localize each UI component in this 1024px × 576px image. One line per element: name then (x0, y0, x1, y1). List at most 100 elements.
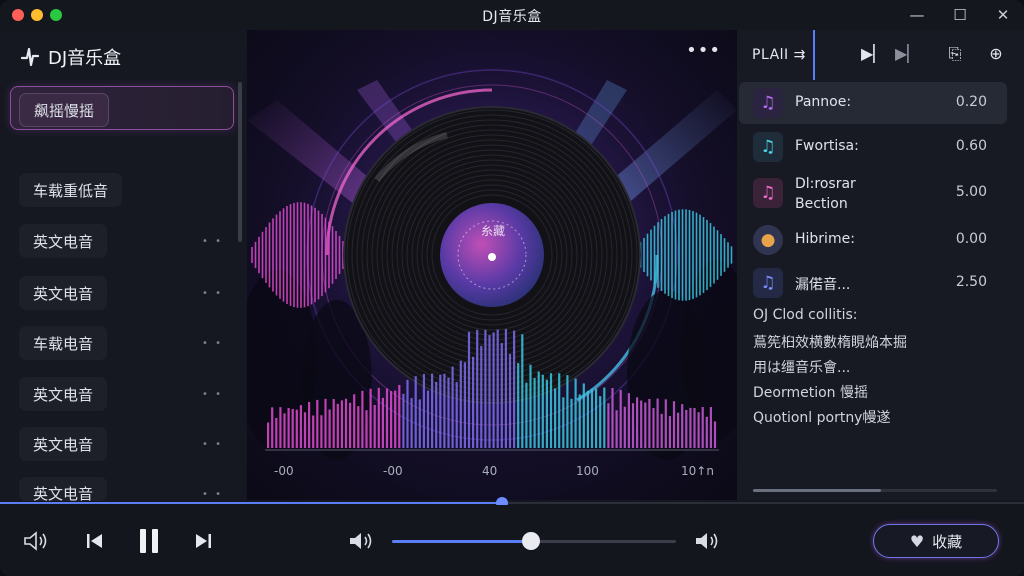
more-icon[interactable]: • • (202, 389, 223, 400)
spectrum-bar (640, 400, 643, 448)
play-next-icon[interactable]: ▶▏ (861, 43, 886, 65)
spectrum-bar (271, 407, 274, 448)
spectrum-bar (336, 403, 339, 448)
spectrum-bar (574, 378, 577, 448)
spectrum-bar (701, 407, 704, 448)
playlist-track[interactable]: ● Hibrime: 0.00 (739, 219, 1007, 261)
app-window: DJ音乐盒 — ☐ ✕ DJ音乐盒 分类 飙摇慢摇 车载重低音 英文电音 • •… (0, 0, 1024, 576)
spectrum-bar (373, 404, 376, 448)
title-bar: DJ音乐盒 — ☐ ✕ (0, 0, 1024, 30)
spectrum-bar (525, 382, 528, 448)
spectrum-bar (385, 388, 389, 448)
spectrum-bar (279, 407, 282, 448)
add-icon[interactable]: ⊕ (985, 43, 1007, 65)
spectrum-bar (697, 412, 700, 448)
sidebar-item-category[interactable]: 英文电音 (19, 377, 108, 411)
sidebar-item-category[interactable]: 车载重低音 (19, 173, 123, 207)
spectrum-bar (644, 402, 647, 448)
sidebar-item-category[interactable]: 英文电音 (19, 427, 108, 461)
playlist-track[interactable]: ♫ Dl:rosrar Bection 5.00 (739, 172, 1007, 214)
axis-tick-label: 10↑n (681, 464, 714, 478)
heart-icon: ♥ (909, 531, 925, 551)
spectrum-bar (435, 381, 438, 448)
spectrum-bar (570, 398, 573, 448)
spectrum-bar (549, 373, 553, 448)
skip-icon[interactable]: ▶▏ (895, 43, 920, 65)
spectrum-bar (529, 364, 532, 448)
minimize-icon[interactable]: — (906, 4, 928, 26)
spectrum-bar (656, 398, 659, 448)
pause-icon[interactable] (135, 526, 163, 556)
sound-icon[interactable] (22, 530, 50, 552)
spectrum-bar (443, 373, 446, 448)
spectrum-bar (447, 377, 450, 448)
more-icon[interactable]: • • (202, 338, 223, 349)
spectrum-bar (611, 388, 614, 448)
axis-tick-label: 40 (482, 464, 498, 478)
more-icon[interactable]: • • (202, 439, 223, 450)
spectrum-bar (422, 374, 425, 448)
sidebar-item-category[interactable]: 英文电音 (19, 477, 108, 501)
spectrum-bar (631, 403, 635, 448)
previous-track-icon[interactable] (84, 531, 106, 551)
music-note-icon: ♫ (753, 88, 783, 118)
spectrum-bar (582, 383, 585, 448)
album-art-visualizer: 糸藏 ••• -00 -00 40 100 10↑n (247, 30, 737, 500)
maximize-icon[interactable]: ☐ (949, 4, 971, 26)
favorite-label: 收藏 (932, 532, 963, 551)
spectrum-bar (312, 415, 315, 448)
axis-tick-label: -00 (274, 464, 294, 478)
track-duration: 0.60 (955, 138, 987, 154)
sidebar-item-category[interactable]: 飙摇慢摇 (19, 93, 110, 127)
spectrum-bar (365, 410, 368, 448)
volume-low-icon[interactable] (347, 530, 375, 552)
avatar-glyph: ● (760, 230, 776, 250)
spectrum-bar (713, 421, 717, 448)
more-icon[interactable]: • • (202, 236, 223, 247)
spectrum-bar (316, 399, 319, 448)
spectrum-bar (504, 329, 507, 448)
spectrum-bar (308, 402, 311, 448)
playlist-track[interactable]: ♫ Pannoe: 0.20 (739, 82, 1007, 124)
spectrum-bar (332, 399, 335, 448)
track-duration: 2.50 (955, 274, 987, 290)
sidebar-item-category[interactable]: 英文电音 (19, 276, 108, 310)
spectrum-bar (361, 390, 364, 448)
spectrum-bar (340, 400, 343, 448)
favorite-button[interactable]: ♥ 收藏 (873, 524, 999, 558)
spectrum-bar (484, 329, 487, 448)
spectrum-bar (390, 391, 393, 448)
spectrum-bar (369, 388, 372, 448)
spectrum-bar (283, 413, 286, 448)
info-line: 蔦筅桕效横數楕睍焔本掘 (753, 335, 907, 351)
sidebar-item-category[interactable]: 车载电音 (19, 326, 108, 360)
spectrum-bar (603, 387, 606, 448)
spectrum-bar (664, 399, 667, 448)
visualizer-graphic (247, 30, 737, 500)
next-track-icon[interactable] (192, 531, 214, 551)
spectrum-bar (517, 363, 520, 448)
spectrum-bar (595, 388, 598, 448)
spectrum-bar (394, 390, 397, 448)
spectrum-bar (295, 409, 298, 448)
info-line: Deormetion 慢摇 (753, 385, 868, 401)
spectrum-bar (492, 332, 495, 448)
playback-progress-fill (0, 502, 502, 504)
playlist-track[interactable]: ♫ 漏偌音... 2.50 (739, 262, 1007, 304)
track-duration: 0.20 (955, 94, 987, 110)
close-icon[interactable]: ✕ (992, 4, 1014, 26)
volume-slider-fill (392, 540, 532, 543)
volume-high-icon[interactable] (693, 530, 721, 552)
spectrum-bar (619, 389, 622, 448)
comment-icon[interactable]: ⎘ (944, 43, 966, 65)
playlist-track[interactable]: ♫ Fwortisa: 0.60 (739, 126, 1007, 168)
more-options-icon[interactable]: ••• (686, 40, 721, 61)
sidebar-item-category[interactable]: 英文电音 (19, 224, 108, 258)
spectrum-bar (615, 410, 618, 448)
more-icon[interactable]: • • (202, 489, 223, 500)
spectrum-bar (406, 379, 409, 448)
playlist-scrollbar-thumb[interactable] (753, 489, 881, 492)
spectrum-bar (344, 398, 348, 448)
sidebar-scrollbar[interactable] (238, 82, 242, 242)
more-icon[interactable]: • • (202, 288, 223, 299)
